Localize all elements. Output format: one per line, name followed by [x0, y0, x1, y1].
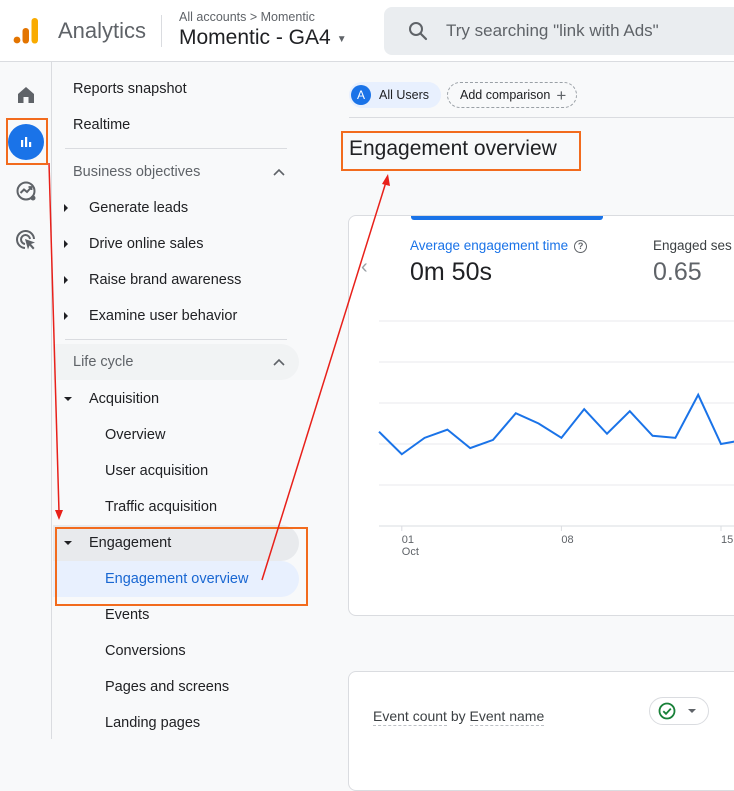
nav-item-label: Pages and screens	[105, 679, 230, 695]
collapse-arrow-icon	[64, 541, 72, 545]
chevron-up-icon	[273, 358, 285, 366]
expand-arrow-icon	[64, 276, 68, 284]
nav-item-label: Engagement overview	[105, 571, 249, 587]
metrics-chart-card: 01 Oct 08 15 ‹ Average engagement time? 0m …	[348, 215, 734, 616]
section-life-cycle[interactable]: Life cycle	[53, 345, 299, 379]
nav-rail	[0, 62, 52, 739]
x-tick-label: 15	[721, 534, 733, 546]
segment-avatar: A	[351, 85, 371, 105]
metric-tab-engaged-sessions[interactable]: Engaged ses	[653, 238, 732, 253]
nav-item-label: Drive online sales	[89, 236, 204, 252]
logo-dot	[13, 36, 21, 44]
check-circle-icon	[658, 702, 676, 720]
logo-bar-tall	[31, 18, 38, 44]
plus-icon: +	[556, 85, 567, 105]
explore-icon	[16, 181, 36, 201]
nav-item-label: Examine user behavior	[89, 308, 238, 324]
advertising-icon	[16, 230, 35, 250]
nav-item-label: Overview	[105, 427, 166, 443]
metric-value: 0.65	[653, 258, 702, 286]
nav-item-label: Raise brand awareness	[89, 272, 242, 288]
metric-selector[interactable]: Event count	[373, 708, 447, 726]
comparison-divider	[349, 117, 734, 118]
nav-item-label: Acquisition	[89, 391, 160, 407]
dimension-selector[interactable]: Event name	[469, 708, 545, 726]
card-title: Event count by Event name	[373, 708, 545, 726]
chevron-down-icon	[688, 709, 696, 713]
help-icon[interactable]: ?	[574, 239, 588, 253]
insights-dropdown[interactable]	[649, 697, 709, 725]
search-input[interactable]	[446, 21, 734, 41]
property-name: Momentic - GA4	[179, 26, 331, 49]
top-bar: Analytics All accounts > Momentic Moment…	[0, 0, 734, 62]
expand-arrow-icon	[64, 204, 68, 212]
nav-item-label: Realtime	[73, 117, 131, 133]
logo-bar-mid	[22, 28, 29, 44]
segment-label: All Users	[379, 88, 430, 102]
header-divider	[161, 15, 162, 47]
property-selector[interactable]: Momentic - GA4 ▼	[179, 26, 347, 50]
expand-arrow-icon	[64, 240, 68, 248]
selected-metric-indicator	[411, 216, 603, 220]
nav-item-label: Reports snapshot	[73, 81, 187, 97]
add-comparison-button[interactable]: Add comparison +	[447, 82, 578, 108]
reports-nav: Reports snapshot Realtime Business objec…	[53, 62, 313, 739]
nav-item-label: Traffic acquisition	[105, 499, 218, 515]
main-content: A All Users Add comparison + Engagement …	[337, 62, 734, 791]
section-business-objectives[interactable]: Business objectives	[53, 155, 299, 189]
rail-home-button[interactable]	[8, 77, 44, 113]
chevron-up-icon	[273, 168, 285, 176]
search-bar[interactable]	[384, 7, 734, 55]
metric-label: Average engagement time	[410, 238, 569, 253]
account-breadcrumb[interactable]: All accounts > Momentic	[179, 10, 315, 24]
x-tick-sublabel: Oct	[402, 546, 419, 558]
add-comparison-label: Add comparison	[460, 88, 551, 102]
rail-advertising-button[interactable]	[8, 222, 44, 258]
nav-divider	[65, 148, 287, 149]
search-icon	[409, 22, 428, 41]
analytics-logo-icon[interactable]	[12, 17, 40, 45]
section-title: Business objectives	[73, 164, 201, 180]
chevron-left-icon[interactable]: ‹	[361, 256, 368, 279]
nav-item-label: Landing pages	[105, 715, 201, 731]
card-title-connector: by	[450, 708, 466, 724]
nav-item-label: Events	[105, 607, 150, 623]
nav-item-label: Engagement	[89, 535, 172, 551]
metric-value: 0m 50s	[410, 258, 492, 286]
nav-item-label: Generate leads	[89, 200, 189, 216]
rail-explore-button[interactable]	[8, 173, 44, 209]
chevron-down-icon: ▼	[336, 33, 347, 45]
nav-item-label: Conversions	[105, 643, 186, 659]
page-title: Engagement overview	[349, 137, 557, 160]
x-tick-label: 01	[402, 534, 414, 546]
x-tick-label: 08	[561, 534, 573, 546]
expand-arrow-icon	[64, 312, 68, 320]
home-icon	[18, 87, 34, 103]
collapse-arrow-icon	[64, 397, 72, 401]
nav-item-label: User acquisition	[105, 463, 209, 479]
event-count-card: Event count by Event name	[348, 671, 734, 791]
app-name: Analytics	[58, 18, 147, 43]
rail-reports-button[interactable]	[8, 124, 44, 160]
section-title: Life cycle	[73, 354, 134, 370]
segment-chip-all-users[interactable]: A All Users	[349, 82, 442, 108]
reports-icon	[21, 137, 32, 147]
series-line	[378, 392, 734, 456]
metric-tab-avg-engagement-time[interactable]: Average engagement time?	[410, 238, 588, 253]
nav-divider	[65, 339, 287, 340]
